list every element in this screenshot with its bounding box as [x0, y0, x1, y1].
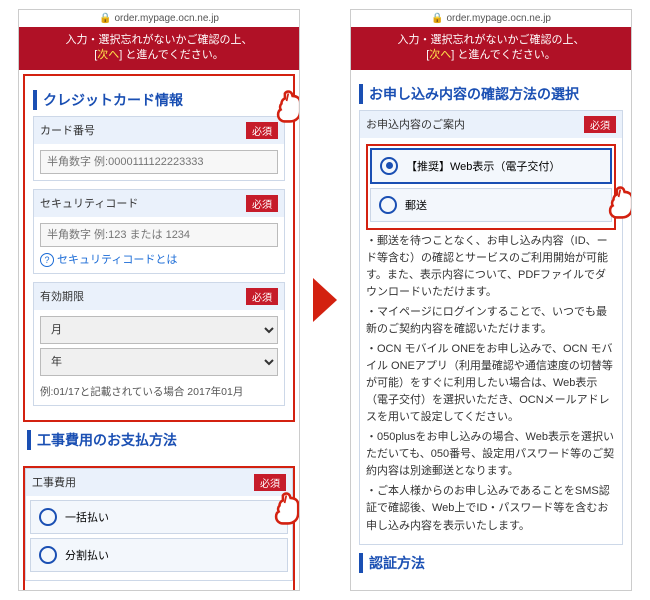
- url-text: order.mypage.ocn.ne.jp: [114, 13, 219, 24]
- radio-icon: [380, 157, 398, 175]
- card-number-input[interactable]: [40, 150, 278, 174]
- radio-lump-label: 一括払い: [65, 509, 109, 525]
- section-construction-pay: 工事費用のお支払方法: [27, 430, 291, 450]
- banner-line1: 入力・選択忘れがないかご確認の上、: [23, 33, 295, 48]
- desc-line: ・マイページにログインすることで、いつでも最新のご契約内容を確認いただけます。: [366, 304, 616, 338]
- pay-label: 工事費用: [32, 474, 76, 490]
- radio-split-label: 分割払い: [65, 547, 109, 563]
- section-credit-card: クレジットカード情報: [33, 90, 285, 110]
- expiry-block: 有効期限 必須 月 年 例:01/17と記載されている場合 2017年01月: [33, 282, 285, 406]
- required-badge: 必須: [254, 474, 286, 491]
- security-code-block: セキュリティコード 必須 セキュリティコードとは: [33, 189, 285, 274]
- guide-block: お申込内容のご案内 必須 【推奨】Web表示（電子交付） 郵送 ・郵送を待つこと…: [359, 110, 623, 545]
- description-text: ・郵送を待つことなく、お申し込み内容（ID、ード等含む）の確認とサービスのご利用…: [366, 233, 616, 535]
- expiry-year-select[interactable]: 年: [40, 348, 278, 376]
- desc-line: ・OCN モバイル ONEをお申し込みで、OCN モバイル ONEアプリ（利用量…: [366, 341, 616, 426]
- radio-lump[interactable]: 一括払い: [30, 500, 288, 534]
- expiry-note: 例:01/17と記載されている場合 2017年01月: [40, 384, 278, 399]
- banner-line2: [次へ] と進んでください。: [23, 48, 295, 63]
- right-screen: 🔒order.mypage.ocn.ne.jp 入力・選択忘れがないかご確認の上…: [350, 9, 632, 591]
- required-badge: 必須: [246, 195, 278, 212]
- guide-label: お申込内容のご案内: [366, 116, 465, 132]
- arrow-right-icon: [313, 278, 337, 322]
- banner-line1: 入力・選択忘れがないかご確認の上、: [355, 33, 627, 48]
- expiry-label: 有効期限: [40, 288, 84, 304]
- radio-split[interactable]: 分割払い: [30, 538, 288, 572]
- security-code-help-link[interactable]: セキュリティコードとは: [40, 251, 177, 267]
- highlight-box-cc: クレジットカード情報 カード番号 必須 セキュリティコード 必須 セキュリティコ…: [23, 74, 295, 422]
- warning-banner: 入力・選択忘れがないかご確認の上、 [次へ] と進んでください。: [19, 27, 299, 70]
- lock-icon: 🔒: [431, 13, 443, 24]
- radio-web[interactable]: 【推奨】Web表示（電子交付）: [370, 148, 612, 184]
- required-badge: 必須: [246, 122, 278, 139]
- desc-line: ・郵送を待つことなく、お申し込み内容（ID、ード等含む）の確認とサービスのご利用…: [366, 233, 616, 301]
- radio-web-label: 【推奨】Web表示（電子交付）: [406, 158, 560, 174]
- radio-icon: [39, 546, 57, 564]
- desc-line: ・ご本人様からのお申し込みであることをSMS認証で確認後、Web上でID・パスワ…: [366, 483, 616, 534]
- required-badge: 必須: [584, 116, 616, 133]
- section-confirm-method: お申し込み内容の確認方法の選択: [359, 84, 623, 104]
- url-text: order.mypage.ocn.ne.jp: [446, 13, 551, 24]
- security-code-input[interactable]: [40, 223, 278, 247]
- radio-mail-label: 郵送: [405, 197, 427, 213]
- required-badge: 必須: [246, 288, 278, 305]
- highlight-box-pay: 工事費用 必須 一括払い 分割払い: [23, 466, 295, 591]
- step-arrow: [308, 278, 342, 322]
- radio-mail[interactable]: 郵送: [370, 188, 612, 222]
- address-bar: 🔒order.mypage.ocn.ne.jp: [351, 10, 631, 27]
- card-number-label: カード番号: [40, 122, 95, 138]
- section-auth-method: 認証方法: [359, 553, 623, 573]
- radio-icon: [39, 508, 57, 526]
- left-screen: 🔒order.mypage.ocn.ne.jp 入力・選択忘れがないかご確認の上…: [18, 9, 300, 591]
- lock-icon: 🔒: [99, 13, 111, 24]
- desc-line: ・050plusをお申し込みの場合、Web表示を選択いただいても、050番号、設…: [366, 429, 616, 480]
- security-code-label: セキュリティコード: [40, 195, 138, 211]
- card-number-block: カード番号 必須: [33, 116, 285, 181]
- banner-line2: [次へ] と進んでください。: [355, 48, 627, 63]
- expiry-month-select[interactable]: 月: [40, 316, 278, 344]
- warning-banner: 入力・選択忘れがないかご確認の上、 [次へ] と進んでください。: [351, 27, 631, 70]
- highlight-box-radio: 【推奨】Web表示（電子交付） 郵送: [366, 144, 616, 230]
- address-bar: 🔒order.mypage.ocn.ne.jp: [19, 10, 299, 27]
- radio-icon: [379, 196, 397, 214]
